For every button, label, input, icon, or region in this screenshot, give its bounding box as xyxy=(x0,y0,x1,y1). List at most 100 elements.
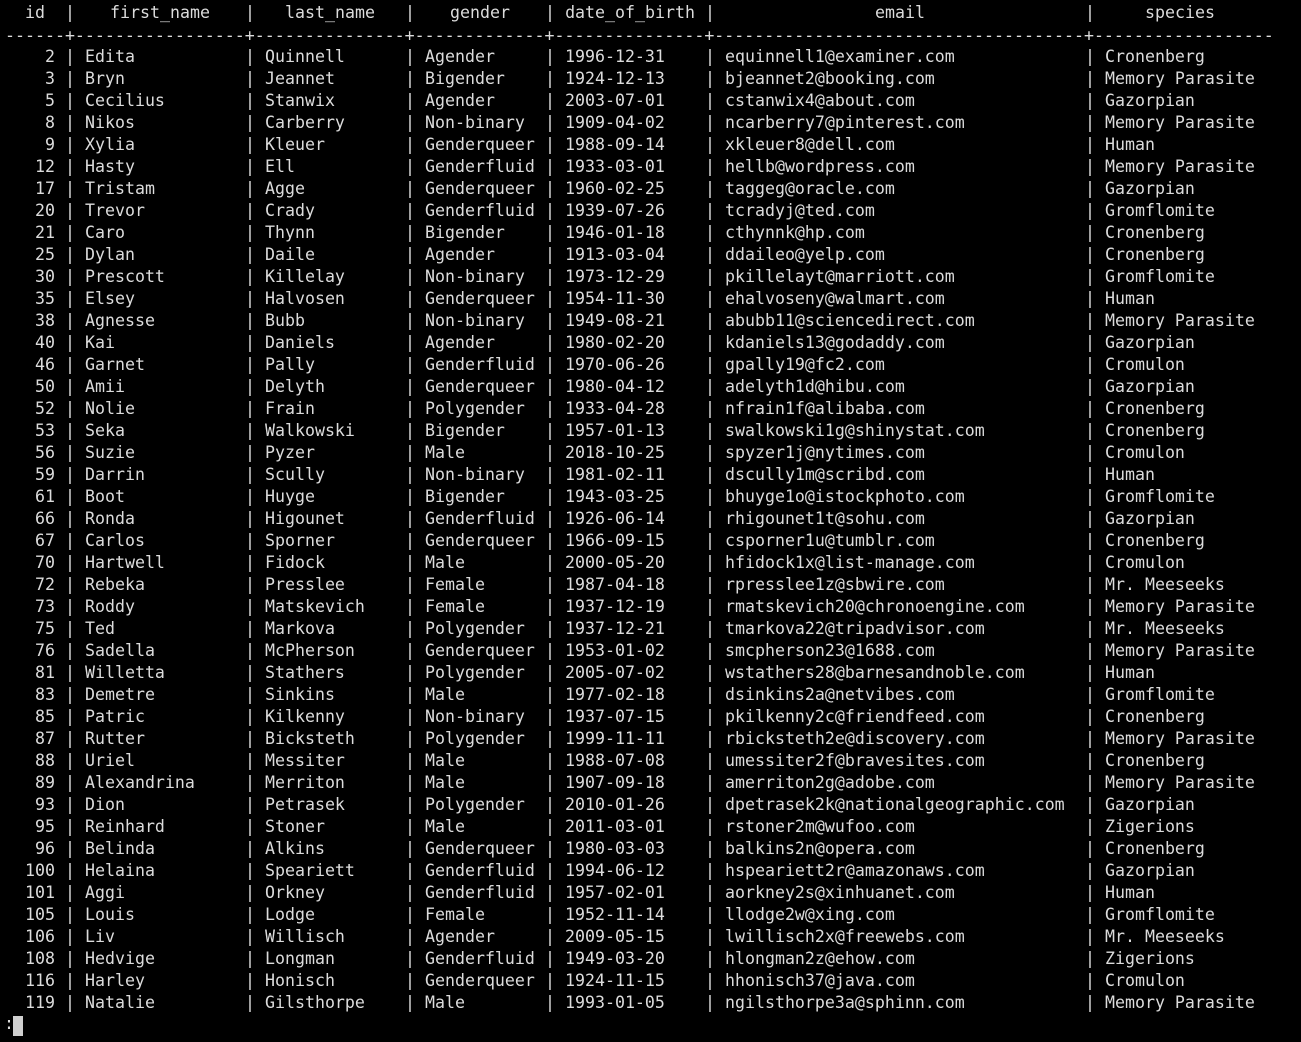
cell-species: Human xyxy=(1105,883,1155,902)
table-row[interactable]: 38 Agnesse Bubb Non-binary 1949-08-21 abubb11… xyxy=(5,310,1301,332)
cell-gender: Genderfluid xyxy=(425,883,535,902)
table-row[interactable]: 56 Suzie Pyzer Male 2018-10-25 spyzer1j@nytim… xyxy=(5,442,1301,464)
table-row[interactable]: 8 Nikos Carberry Non-binary 1909-04-02 ncarbe… xyxy=(5,112,1301,134)
table-row[interactable]: 21 Caro Thynn Bigender 1946-01-18 cthynnk@hp.… xyxy=(5,222,1301,244)
cell-email: ddaileo@yelp.com xyxy=(725,245,885,264)
column-separator: | xyxy=(545,531,555,550)
text-cursor[interactable] xyxy=(13,1016,23,1036)
table-row[interactable]: 85 Patric Kilkenny Non-binary 1937-07-15 pkil… xyxy=(5,706,1301,728)
table-row[interactable]: 88 Uriel Messiter Male 1988-07-08 umessiter2f… xyxy=(5,750,1301,772)
cell-first-name: Hartwell xyxy=(85,553,165,572)
cell-email: kdaniels13@godaddy.com xyxy=(725,333,945,352)
cell-last-name: Walkowski xyxy=(265,421,355,440)
cell-first-name: Aggi xyxy=(85,883,125,902)
table-row[interactable]: 100 Helaina Speariett Genderfluid 1994-06-12… xyxy=(5,860,1301,882)
table-row[interactable]: 105 Louis Lodge Female 1952-11-14 llodge2w@xi… xyxy=(5,904,1301,926)
column-separator: | xyxy=(1085,817,1095,836)
cell-id: 46 xyxy=(35,355,55,374)
table-row[interactable]: 93 Dion Petrasek Polygender 2010-01-26 dpetra… xyxy=(5,794,1301,816)
column-separator: | xyxy=(245,157,255,176)
table-row[interactable]: 72 Rebeka Presslee Female 1987-04-18 rpressle… xyxy=(5,574,1301,596)
table-row[interactable]: 66 Ronda Higounet Genderfluid 1926-06-14 rhig… xyxy=(5,508,1301,530)
table-row[interactable]: 89 Alexandrina Merriton Male 1907-09-18 amerr… xyxy=(5,772,1301,794)
column-separator: | xyxy=(245,971,255,990)
table-row[interactable]: 17 Tristam Agge Genderqueer 1960-02-25 taggeg… xyxy=(5,178,1301,200)
table-row[interactable]: 75 Ted Markova Polygender 1937-12-21 tmarkova… xyxy=(5,618,1301,640)
cell-email: amerriton2g@adobe.com xyxy=(725,773,935,792)
table-row[interactable]: 116 Harley Honisch Genderqueer 1924-11-15 hho… xyxy=(5,970,1301,992)
cell-last-name: Fidock xyxy=(265,553,325,572)
column-header-first-name: first_name xyxy=(110,3,210,22)
table-row[interactable]: 108 Hedvige Longman Genderfluid 1949-03-20 hl… xyxy=(5,948,1301,970)
table-row[interactable]: 83 Demetre Sinkins Male 1977-02-18 dsinkins2a… xyxy=(5,684,1301,706)
table-row[interactable]: 87 Rutter Bicksteth Polygender 1999-11-11 rbi… xyxy=(5,728,1301,750)
column-separator: | xyxy=(545,839,555,858)
table-row[interactable]: 67 Carlos Sporner Genderqueer 1966-09-15 cspo… xyxy=(5,530,1301,552)
column-separator: | xyxy=(545,597,555,616)
column-separator: | xyxy=(65,333,75,352)
table-row[interactable]: 106 Liv Willisch Agender 2009-05-15 lwillisch… xyxy=(5,926,1301,948)
column-separator: | xyxy=(545,575,555,594)
table-row[interactable]: 53 Seka Walkowski Bigender 1957-01-13 swalkow… xyxy=(5,420,1301,442)
cell-id: 61 xyxy=(35,487,55,506)
column-separator: | xyxy=(405,773,415,792)
cell-last-name: Kilkenny xyxy=(265,707,345,726)
cell-date-of-birth: 1933-03-01 xyxy=(565,157,665,176)
column-separator: | xyxy=(1085,465,1095,484)
table-row[interactable]: 40 Kai Daniels Agender 1980-02-20 kdaniels13@… xyxy=(5,332,1301,354)
column-separator: | xyxy=(65,113,75,132)
column-separator: | xyxy=(65,883,75,902)
table-row[interactable]: 25 Dylan Daile Agender 1913-03-04 ddaileo@yel… xyxy=(5,244,1301,266)
column-separator: | xyxy=(65,355,75,374)
cell-date-of-birth: 1966-09-15 xyxy=(565,531,665,550)
table-row[interactable]: 101 Aggi Orkney Genderfluid 1957-02-01 aorkne… xyxy=(5,882,1301,904)
table-row[interactable]: 76 Sadella McPherson Genderqueer 1953-01-02 s… xyxy=(5,640,1301,662)
column-separator: | xyxy=(545,707,555,726)
column-separator: | xyxy=(705,553,715,572)
column-separator: | xyxy=(705,949,715,968)
cell-gender: Genderfluid xyxy=(425,157,535,176)
table-row[interactable]: 9 Xylia Kleuer Genderqueer 1988-09-14 xkleuer… xyxy=(5,134,1301,156)
table-row[interactable]: 59 Darrin Scully Non-binary 1981-02-11 dscull… xyxy=(5,464,1301,486)
cell-first-name: Rebeka xyxy=(85,575,145,594)
table-row[interactable]: 119 Natalie Gilsthorpe Male 1993-01-05 ngilst… xyxy=(5,992,1301,1014)
table-row[interactable]: 35 Elsey Halvosen Genderqueer 1954-11-30 ehal… xyxy=(5,288,1301,310)
column-separator: | xyxy=(405,69,415,88)
table-row[interactable]: 61 Boot Huyge Bigender 1943-03-25 bhuyge1o@is… xyxy=(5,486,1301,508)
column-separator: | xyxy=(65,311,75,330)
cell-id: 35 xyxy=(35,289,55,308)
column-separator: | xyxy=(1085,91,1095,110)
table-row[interactable]: 5 Cecilius Stanwix Agender 2003-07-01 cstanwi… xyxy=(5,90,1301,112)
cell-id: 96 xyxy=(35,839,55,858)
table-row[interactable]: 73 Roddy Matskevich Female 1937-12-19 rmatske… xyxy=(5,596,1301,618)
cell-gender: Bigender xyxy=(425,421,505,440)
table-row[interactable]: 70 Hartwell Fidock Male 2000-05-20 hfidock1x@… xyxy=(5,552,1301,574)
cell-last-name: Orkney xyxy=(265,883,325,902)
column-separator: | xyxy=(545,905,555,924)
cell-date-of-birth: 2011-03-01 xyxy=(565,817,665,836)
column-separator: | xyxy=(1085,575,1095,594)
column-separator: | xyxy=(1085,3,1095,22)
cell-date-of-birth: 2005-07-02 xyxy=(565,663,665,682)
table-row[interactable]: 30 Prescott Killelay Non-binary 1973-12-29 pk… xyxy=(5,266,1301,288)
table-row[interactable]: 81 Willetta Stathers Polygender 2005-07-02 ws… xyxy=(5,662,1301,684)
cell-gender: Genderfluid xyxy=(425,509,535,528)
table-row[interactable]: 12 Hasty Ell Genderfluid 1933-03-01 hellb@wor… xyxy=(5,156,1301,178)
table-row[interactable]: 46 Garnet Pally Genderfluid 1970-06-26 gpally… xyxy=(5,354,1301,376)
table-row[interactable]: 20 Trevor Crady Genderfluid 1939-07-26 tcrady… xyxy=(5,200,1301,222)
column-separator: | xyxy=(245,619,255,638)
cell-gender: Polygender xyxy=(425,619,525,638)
cell-gender: Non-binary xyxy=(425,707,525,726)
table-row[interactable]: 96 Belinda Alkins Genderqueer 1980-03-03 balk… xyxy=(5,838,1301,860)
table-row[interactable]: 50 Amii Delyth Genderqueer 1980-04-12 adelyth… xyxy=(5,376,1301,398)
cell-date-of-birth: 1999-11-11 xyxy=(565,729,665,748)
table-row[interactable]: 3 Bryn Jeannet Bigender 1924-12-13 bjeannet2@… xyxy=(5,68,1301,90)
table-row[interactable]: 95 Reinhard Stoner Male 2011-03-01 rstoner2m@… xyxy=(5,816,1301,838)
cell-last-name: Speariett xyxy=(265,861,355,880)
table-row[interactable]: 2 Edita Quinnell Agender 1996-12-31 equinnell… xyxy=(5,46,1301,68)
cell-id: 66 xyxy=(35,509,55,528)
column-separator: | xyxy=(405,311,415,330)
table-row[interactable]: 52 Nolie Frain Polygender 1933-04-28 nfrain1f… xyxy=(5,398,1301,420)
cell-gender: Polygender xyxy=(425,795,525,814)
cell-species: Zigerions xyxy=(1105,817,1195,836)
